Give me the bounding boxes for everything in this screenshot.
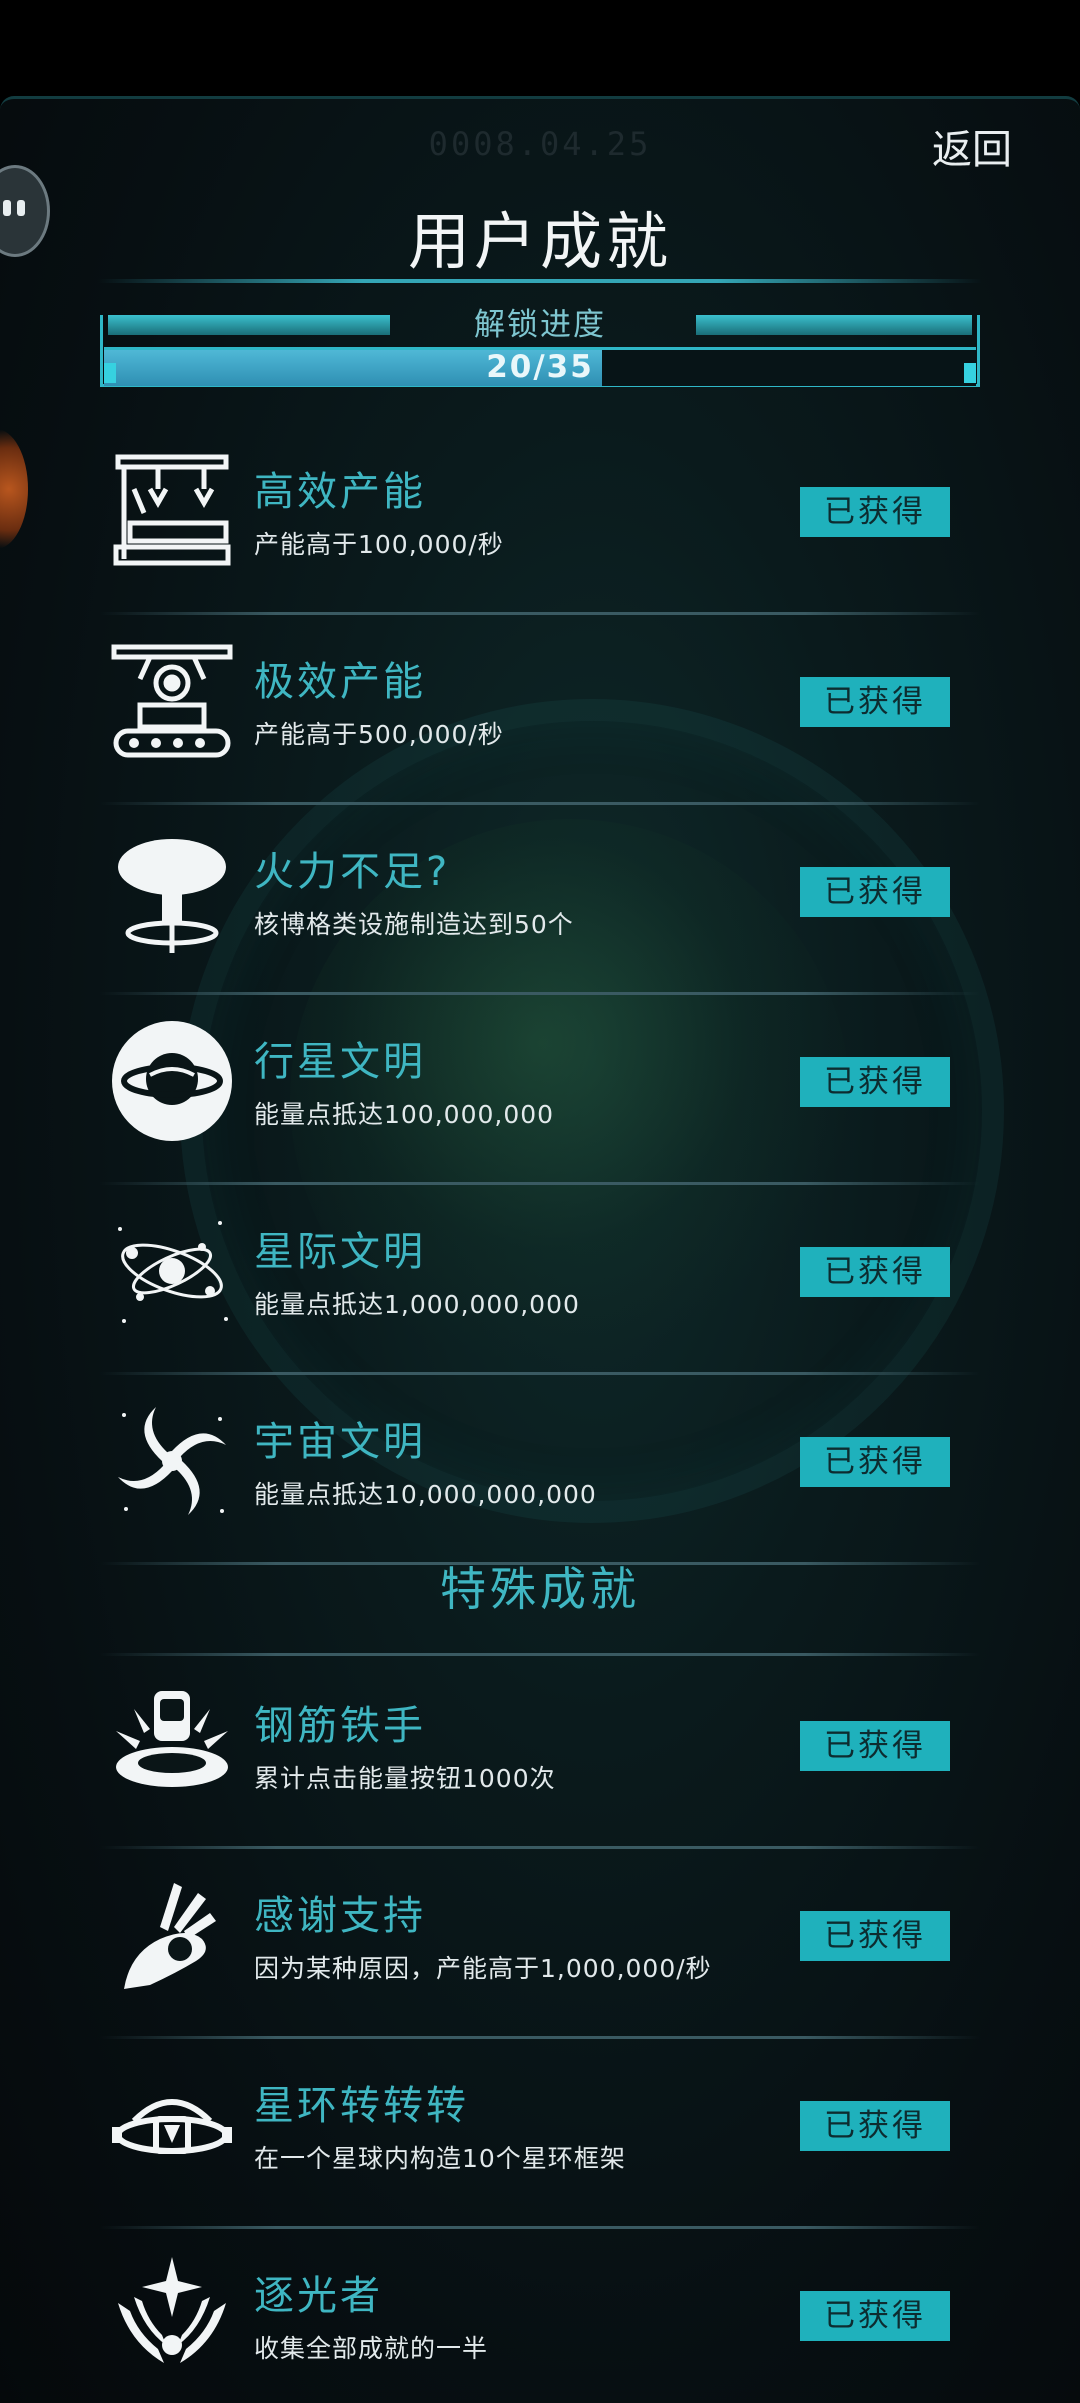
special-section-title: 特殊成就 xyxy=(440,1562,640,1616)
achievement-name: 极效产能 xyxy=(254,659,426,705)
achievement-name: 宇宙文明 xyxy=(254,1419,426,1465)
gear-conveyor-icon xyxy=(111,644,233,758)
ringed-planet-icon xyxy=(112,1021,232,1141)
game-date: 0008.04.25 xyxy=(428,125,652,163)
title-divider xyxy=(98,279,982,283)
achievement-row[interactable]: 逐光者 收集全部成就的一半 已获得 xyxy=(100,2229,980,2403)
status-badge: 已获得 xyxy=(800,867,950,917)
status-badge: 已获得 xyxy=(800,677,950,727)
achievement-name: 高效产能 xyxy=(254,469,426,515)
factory-robot-arm-icon xyxy=(113,454,231,566)
progress-count: 20/35 xyxy=(486,349,594,385)
press-button-icon xyxy=(116,1691,228,1787)
ok-hand-icon xyxy=(124,1883,216,1989)
status-badge: 已获得 xyxy=(800,1721,950,1771)
page-title: 用户成就 xyxy=(407,205,672,278)
status-badge: 已获得 xyxy=(800,2101,950,2151)
status-badge: 已获得 xyxy=(800,2291,950,2341)
solar-system-icon xyxy=(118,1221,228,1323)
achievement-name: 逐光者 xyxy=(254,2273,383,2319)
spiral-galaxy-icon xyxy=(118,1407,226,1515)
section-divider xyxy=(100,1653,980,1656)
achievement-desc: 累计点击能量按钮1000次 xyxy=(254,1764,556,1793)
mushroom-cloud-icon xyxy=(118,839,226,953)
achievement-desc: 能量点抵达100,000,000 xyxy=(254,1100,555,1129)
achievement-desc: 因为某种原因，产能高于1,000,000/秒 xyxy=(254,1954,712,1983)
status-badge: 已获得 xyxy=(800,1911,950,1961)
achievement-row[interactable]: 感谢支持 因为某种原因，产能高于1,000,000/秒 已获得 xyxy=(100,1849,980,2039)
achievement-desc: 收集全部成就的一半 xyxy=(254,2334,489,2363)
achievements-panel: 0008.04.25 返回 用户成就 解锁进度 20/35 高效产能 产能高于1… xyxy=(0,96,1080,2403)
achievement-row[interactable]: 星际文明 能量点抵达1,000,000,000 已获得 xyxy=(100,1185,980,1375)
achievement-row[interactable]: 高效产能 产能高于100,000/秒 已获得 xyxy=(100,425,980,615)
background-orange-planet xyxy=(0,429,28,549)
achievement-name: 星环转转转 xyxy=(254,2083,469,2129)
achievement-desc: 产能高于100,000/秒 xyxy=(254,530,504,559)
status-badge: 已获得 xyxy=(800,1057,950,1107)
achievement-row[interactable]: 行星文明 能量点抵达100,000,000 已获得 xyxy=(100,995,980,1185)
achievement-desc: 能量点抵达1,000,000,000 xyxy=(254,1290,580,1319)
achievement-name: 感谢支持 xyxy=(254,1893,426,1939)
status-badge: 已获得 xyxy=(800,1437,950,1487)
winged-star-icon xyxy=(118,2257,226,2363)
achievement-row[interactable]: 星环转转转 在一个星球内构造10个星环框架 已获得 xyxy=(100,2039,980,2229)
achievement-desc: 核博格类设施制造达到50个 xyxy=(254,910,574,939)
achievement-row[interactable]: 火力不足? 核博格类设施制造达到50个 已获得 xyxy=(100,805,980,995)
status-bar xyxy=(0,0,1080,96)
achievement-desc: 在一个星球内构造10个星环框架 xyxy=(254,2144,626,2173)
achievement-row[interactable]: 极效产能 产能高于500,000/秒 已获得 xyxy=(100,615,980,805)
achievement-row[interactable]: 宇宙文明 能量点抵达10,000,000,000 已获得 xyxy=(100,1375,980,1565)
achievement-name: 火力不足? xyxy=(254,849,451,895)
achievement-name: 行星文明 xyxy=(254,1039,426,1085)
achievement-name: 钢筋铁手 xyxy=(254,1703,426,1749)
achievement-name: 星际文明 xyxy=(254,1229,426,1275)
status-badge: 已获得 xyxy=(800,1247,950,1297)
achievement-row[interactable]: 钢筋铁手 累计点击能量按钮1000次 已获得 xyxy=(100,1659,980,1849)
back-button[interactable]: 返回 xyxy=(924,113,1020,179)
achievement-desc: 能量点抵达10,000,000,000 xyxy=(254,1480,597,1509)
status-badge: 已获得 xyxy=(800,487,950,537)
achievement-desc: 产能高于500,000/秒 xyxy=(254,720,504,749)
ring-frame-icon xyxy=(112,2099,232,2154)
